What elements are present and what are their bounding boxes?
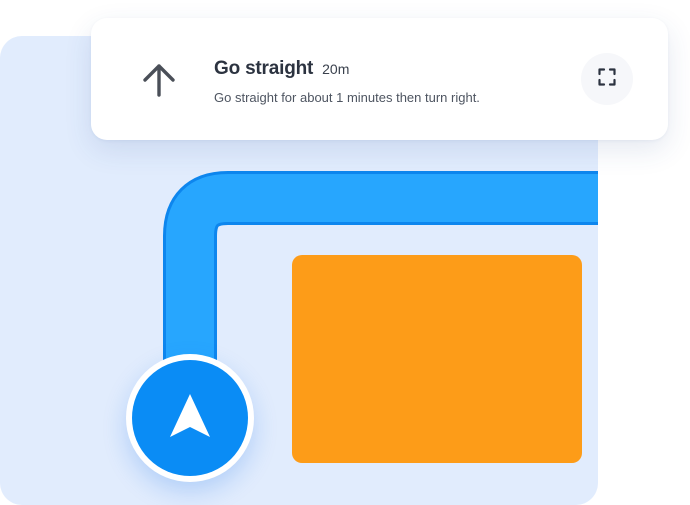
instruction-header: Go straight 20m [214,58,349,80]
arrow-up-icon [139,60,179,100]
expand-button[interactable] [581,53,633,105]
current-location-marker[interactable] [126,354,254,482]
location-marker-fill [132,360,248,476]
instruction-title: Go straight [214,58,314,79]
instruction-description: Go straight for about 1 minutes then tur… [214,90,480,105]
instruction-distance: 20m [322,61,350,77]
fullscreen-icon [598,67,616,91]
navigation-card: Go straight 20m Go straight for about 1 … [91,18,668,140]
building-block [292,255,582,463]
navigation-arrow-icon [168,393,212,444]
